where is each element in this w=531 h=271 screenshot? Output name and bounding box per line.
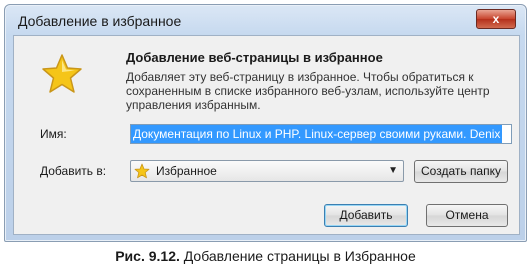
add-to-label: Добавить в: — [40, 164, 107, 178]
figure-caption-text: Добавление страницы в Избранное — [179, 248, 416, 264]
figure-caption: Рис. 9.12. Добавление страницы в Избранн… — [0, 248, 531, 264]
folder-select[interactable]: Избранное ▼ — [130, 160, 404, 182]
add-button[interactable]: Добавить — [324, 204, 408, 227]
star-icon — [42, 54, 82, 93]
dialog-body: Добавление веб-страницы в избранное Доба… — [13, 35, 520, 235]
dialog-heading: Добавление веб-страницы в избранное — [126, 50, 383, 65]
name-input[interactable]: Документация по Linux и PHP. Linux-серве… — [130, 124, 512, 144]
chevron-down-icon[interactable]: ▼ — [388, 165, 398, 176]
figure-number: Рис. 9.12. — [115, 248, 180, 264]
name-input-value: Документация по Linux и PHP. Linux-серве… — [131, 125, 503, 143]
close-button[interactable]: x — [476, 9, 516, 29]
create-folder-button[interactable]: Создать папку — [414, 160, 508, 183]
cancel-button[interactable]: Отмена — [426, 204, 508, 227]
star-icon — [134, 163, 150, 179]
folder-select-value: Избранное — [156, 164, 217, 178]
title-bar[interactable]: Добавление в избранное x — [5, 5, 526, 35]
close-icon: x — [492, 12, 500, 26]
name-label: Имя: — [40, 127, 67, 141]
dialog-description: Добавляет эту веб-страницу в избранное. … — [126, 70, 490, 112]
dialog-title: Добавление в избранное — [18, 13, 182, 29]
favorites-dialog: Добавление в избранное x Добавление веб-… — [4, 4, 527, 242]
